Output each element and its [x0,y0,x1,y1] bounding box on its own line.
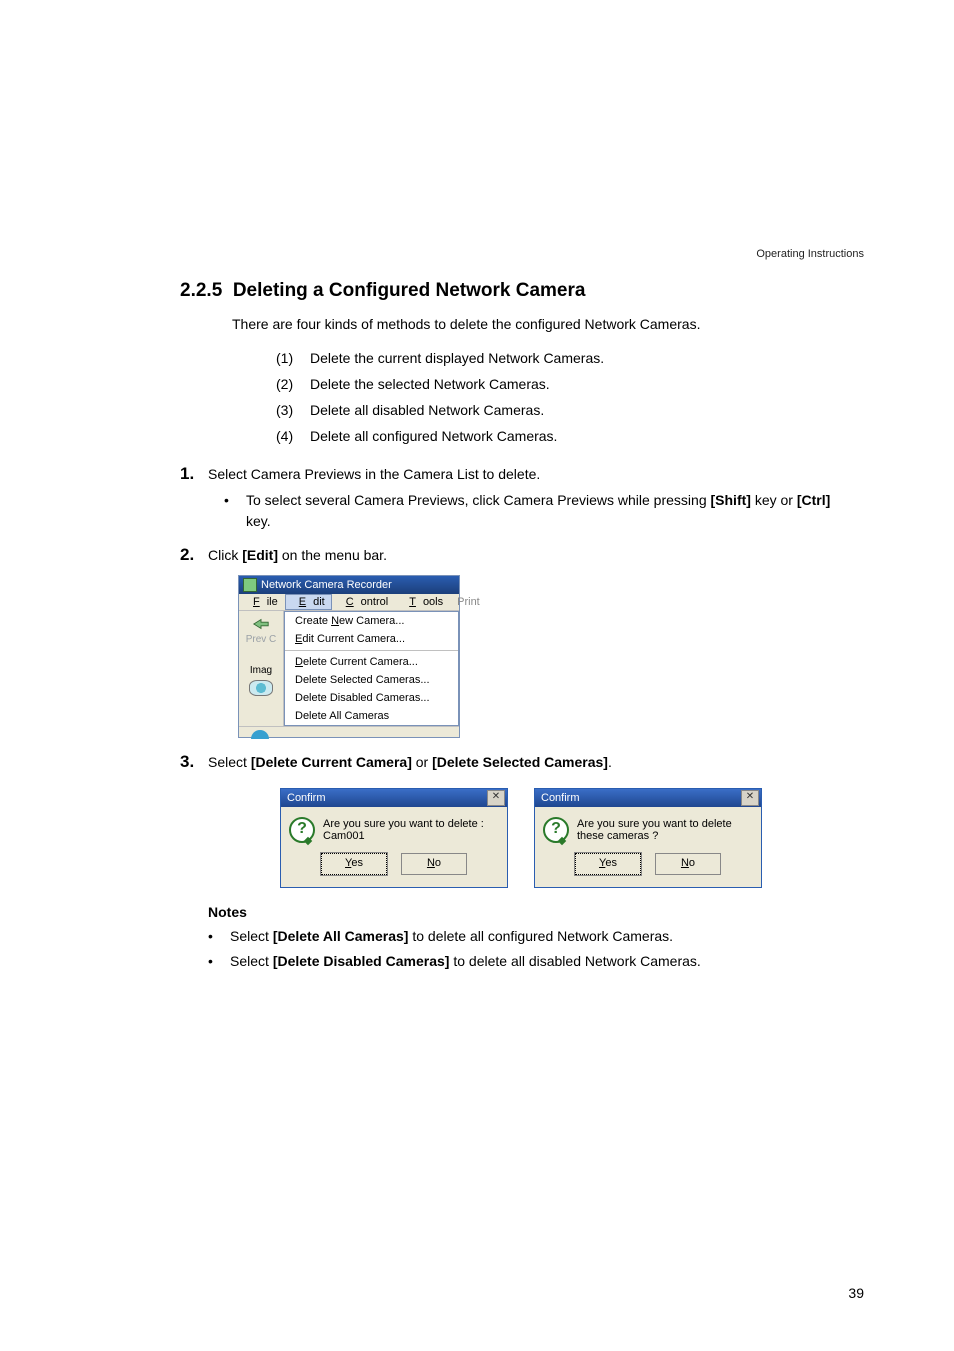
menu-item-delete-disabled-cameras[interactable]: Delete Disabled Cameras... [285,689,458,707]
step-1: 1. Select Camera Previews in the Camera … [180,464,834,484]
dialog-buttons: Yes No [535,849,761,887]
dialog-buttons: Yes No [281,849,507,887]
app-icon [243,578,257,592]
no-button[interactable]: No [401,853,467,875]
dialog-titlebar: Confirm ✕ [281,789,507,807]
method-number: (2) [276,376,310,392]
yes-button[interactable]: Yes [575,853,641,875]
menu-item-delete-selected-cameras[interactable]: Delete Selected Cameras... [285,671,458,689]
image-row: Imag [249,665,273,696]
bullet-dot-icon: • [224,490,246,531]
substep-text: To select several Camera Previews, click… [246,490,834,531]
arrow-left-icon [252,617,270,631]
note-item: • Select [Delete All Cameras] to delete … [208,926,834,946]
no-button[interactable]: No [655,853,721,875]
step-3: 3. Select [Delete Current Camera] or [De… [180,752,834,772]
menu-control[interactable]: Control [332,594,395,610]
bullet-dot-icon: • [208,926,230,946]
document-page: Operating Instructions 2.2.5 Deleting a … [0,0,954,1351]
method-number: (4) [276,428,310,444]
note-text: Select [Delete All Cameras] to delete al… [230,926,673,946]
question-icon: ? [543,817,569,843]
window-bottom-strip [239,726,459,737]
step-text: Select [Delete Current Camera] or [Delet… [208,752,834,772]
dialog-titlebar: Confirm ✕ [535,789,761,807]
notes-heading: Notes [208,904,834,920]
method-text: Delete all configured Network Cameras. [310,428,557,444]
menu-separator [285,650,458,651]
confirm-dialog-delete-current: Confirm ✕ ? Are you sure you want to del… [280,788,508,888]
bullet-dot-icon: • [208,951,230,971]
section-title-text: Deleting a Configured Network Camera [233,280,586,301]
note-text: Select [Delete Disabled Cameras] to dele… [230,951,701,971]
notes-list: • Select [Delete All Cameras] to delete … [208,926,834,971]
method-text: Delete all disabled Network Cameras. [310,402,544,418]
menu-item-delete-all-cameras[interactable]: Delete All Cameras [285,707,458,725]
eye-icon[interactable] [249,680,273,696]
dialog-body: ? Are you sure you want to delete these … [535,807,761,849]
close-icon[interactable]: ✕ [741,790,759,806]
menu-item-create-new-camera[interactable]: Create New Camera... [285,612,458,630]
prev-button[interactable]: Prev C [246,617,277,645]
step-number: 1. [180,464,208,484]
step-2: 2. Click [Edit] on the menu bar. [180,545,834,565]
dialog-title: Confirm [287,792,326,804]
menu-file[interactable]: File [239,594,285,610]
toolbar-strip: Prev C Imag [239,611,284,726]
substep: • To select several Camera Previews, cli… [224,490,834,531]
method-item: (3) Delete all disabled Network Cameras. [276,402,834,418]
confirm-dialogs: Confirm ✕ ? Are you sure you want to del… [208,788,834,888]
steps-list: 1. Select Camera Previews in the Camera … [180,464,834,971]
page-number: 39 [848,1285,864,1301]
method-text: Delete the selected Network Cameras. [310,376,550,392]
dialog-title: Confirm [541,792,580,804]
menu-tools[interactable]: Tools [395,594,450,610]
section-heading: 2.2.5 Deleting a Configured Network Came… [180,280,834,302]
dialog-message: Are you sure you want to delete : Cam001 [323,818,499,842]
menu-item-edit-current-camera[interactable]: Edit Current Camera... [285,630,458,648]
running-head: Operating Instructions [756,248,864,260]
menu-body: Prev C Imag Create New Camera... Edit Cu… [239,611,459,726]
edit-menu-screenshot: Network Camera Recorder File Edit Contro… [238,575,460,738]
step-number: 3. [180,752,208,772]
step-number: 2. [180,545,208,565]
menubar: File Edit Control Tools Print [239,594,459,611]
method-number: (3) [276,402,310,418]
step-text: Click [Edit] on the menu bar. [208,545,834,565]
step-text: Select Camera Previews in the Camera Lis… [208,464,834,484]
method-number: (1) [276,350,310,366]
edit-dropdown: Create New Camera... Edit Current Camera… [284,611,459,726]
method-item: (1) Delete the current displayed Network… [276,350,834,366]
confirm-dialog-delete-selected: Confirm ✕ ? Are you sure you want to del… [534,788,762,888]
dialog-body: ? Are you sure you want to delete : Cam0… [281,807,507,849]
close-icon[interactable]: ✕ [487,790,505,806]
section-number: 2.2.5 [180,280,222,301]
method-text: Delete the current displayed Network Cam… [310,350,604,366]
window-title: Network Camera Recorder [261,579,392,591]
note-item: • Select [Delete Disabled Cameras] to de… [208,951,834,971]
yes-button[interactable]: Yes [321,853,387,875]
method-item: (4) Delete all configured Network Camera… [276,428,834,444]
menu-edit[interactable]: Edit [285,594,332,610]
content-area: 2.2.5 Deleting a Configured Network Came… [180,280,834,971]
window-titlebar: Network Camera Recorder [239,576,459,594]
method-item: (2) Delete the selected Network Cameras. [276,376,834,392]
menu-print[interactable]: Print [450,594,487,610]
intro-paragraph: There are four kinds of methods to delet… [232,316,834,332]
menu-item-delete-current-camera[interactable]: Delete Current Camera... [285,653,458,671]
dialog-message: Are you sure you want to delete these ca… [577,818,753,842]
methods-list: (1) Delete the current displayed Network… [276,350,834,444]
question-icon: ? [289,817,315,843]
step-1-substeps: • To select several Camera Previews, cli… [224,490,834,531]
